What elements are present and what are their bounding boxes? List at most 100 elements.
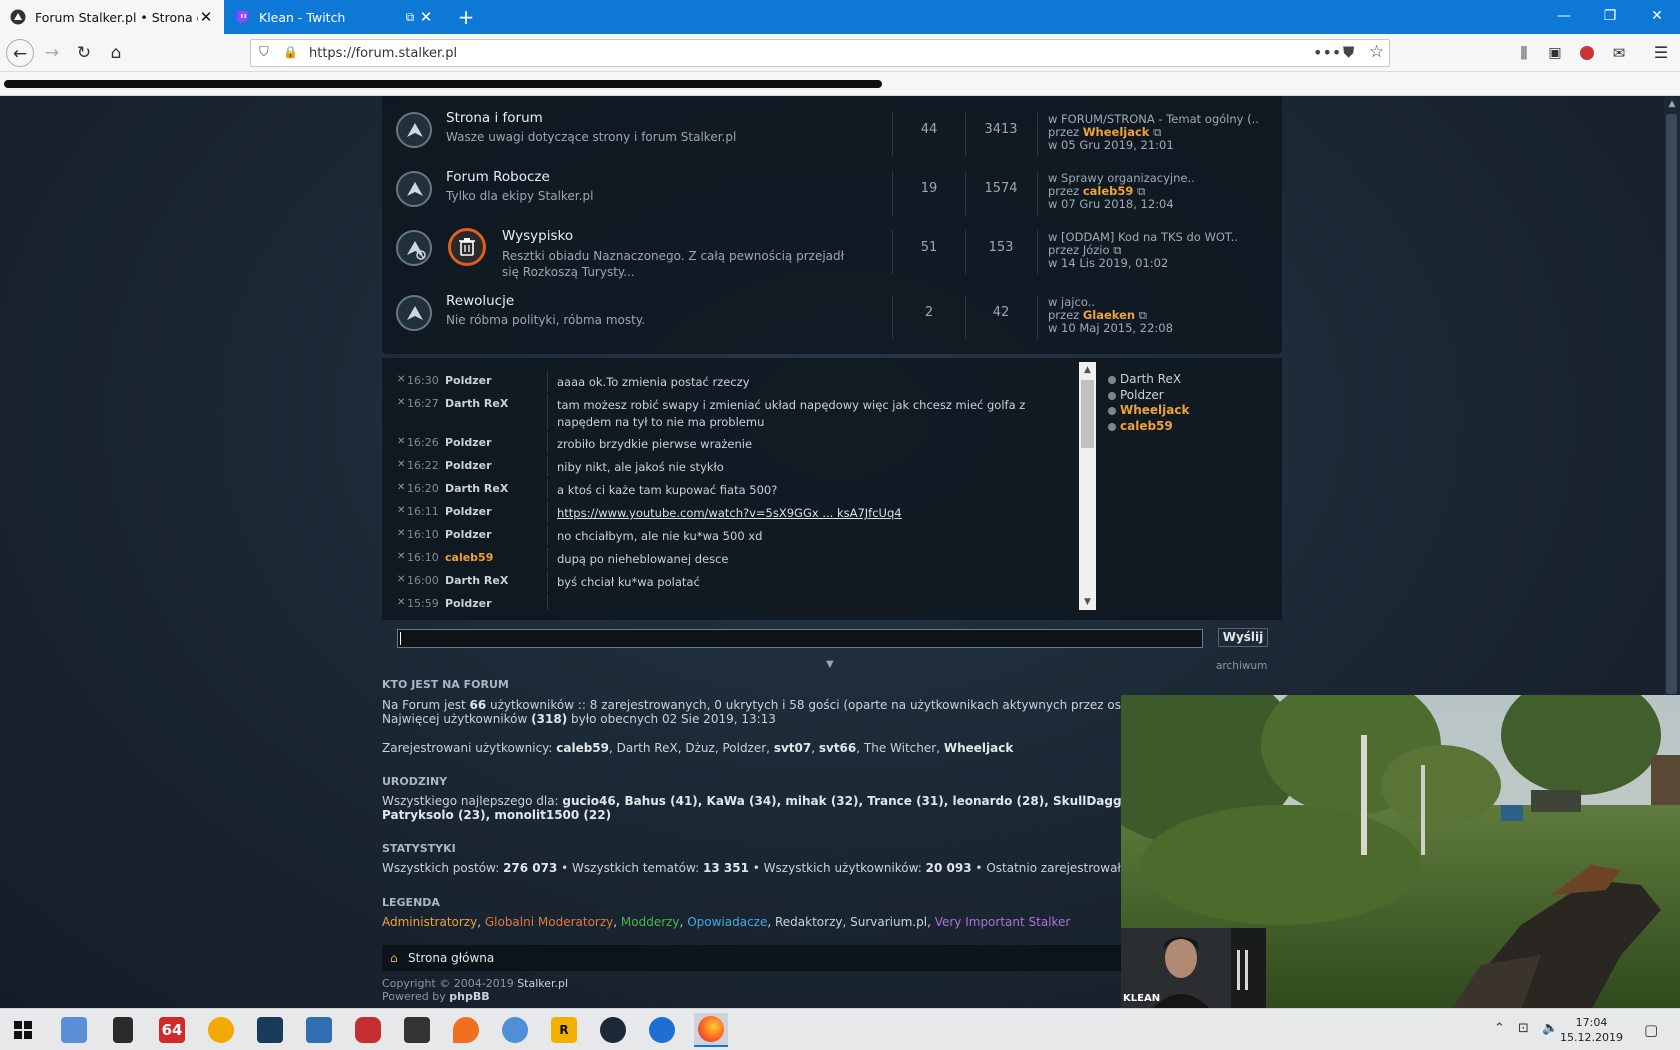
menu-icon[interactable]: ☰: [1647, 39, 1675, 67]
forward-button[interactable]: →: [38, 39, 66, 67]
chat-user[interactable]: Darth ReX: [445, 574, 508, 587]
home-icon[interactable]: ⌂: [390, 951, 398, 965]
user-link[interactable]: The Witcher: [864, 741, 936, 755]
network-icon[interactable]: ⊡: [1518, 1021, 1529, 1036]
online-user[interactable]: caleb59: [1106, 419, 1189, 435]
app-orange-icon[interactable]: [449, 1013, 483, 1047]
reload-button[interactable]: ↻: [70, 39, 98, 67]
legend-editors[interactable]: Redaktorzy: [775, 915, 842, 929]
pip-video[interactable]: KLEAN: [1121, 695, 1680, 1010]
app-red-icon[interactable]: [351, 1013, 385, 1047]
online-user[interactable]: Poldzer: [1106, 388, 1189, 404]
birthday-users[interactable]: Patryksolo (23), monolit1500 (22): [382, 808, 611, 822]
app-uplay-icon[interactable]: [645, 1013, 679, 1047]
windows-start-icon[interactable]: [6, 1013, 40, 1047]
close-window-button[interactable]: ✕: [1634, 0, 1680, 34]
delete-message-icon[interactable]: ✕: [397, 551, 405, 562]
firefox-icon[interactable]: [694, 1013, 728, 1047]
task-view-icon[interactable]: [57, 1013, 91, 1047]
mail-icon[interactable]: ✉: [1605, 39, 1633, 67]
send-button[interactable]: Wyślij: [1218, 628, 1268, 647]
chat-user[interactable]: caleb59: [445, 551, 493, 564]
library-icon[interactable]: ⫼: [1510, 39, 1538, 67]
back-button[interactable]: ←: [6, 39, 34, 67]
chat-scrollbar-thumb[interactable]: [1081, 380, 1094, 448]
chat-user[interactable]: Poldzer: [445, 597, 492, 610]
user-link[interactable]: Wheeljack: [944, 741, 1013, 755]
page-scrollbar-thumb[interactable]: [1666, 114, 1677, 694]
chat-user[interactable]: Darth ReX: [445, 397, 508, 410]
forum-row[interactable]: Rewolucje Nie róbma polityki, róbma most…: [382, 289, 1282, 347]
legend-modders[interactable]: Modderzy: [621, 915, 680, 929]
pocket-icon[interactable]: ⛊: [1343, 43, 1354, 61]
user-link[interactable]: Dżuz: [685, 741, 714, 755]
delete-message-icon[interactable]: ✕: [397, 574, 405, 585]
chat-user[interactable]: Poldzer: [445, 459, 492, 472]
home-button[interactable]: ⌂: [102, 39, 130, 67]
chat-messages[interactable]: ✕ 16:30 Poldzer aaaa ok.To zmienia posta…: [382, 362, 1096, 610]
chat-scrollbar[interactable]: ▲ ▼: [1079, 362, 1096, 610]
legend-admins[interactable]: Administratorzy: [382, 915, 477, 929]
new-tab-button[interactable]: +: [452, 3, 480, 31]
forum-name[interactable]: Wysypisko: [502, 228, 573, 244]
forum-name[interactable]: Forum Robocze: [446, 169, 550, 185]
page-actions-icon[interactable]: •••: [1313, 43, 1341, 62]
view-post-icon[interactable]: ⧉: [1153, 125, 1161, 139]
legend-global-mods[interactable]: Globalni Moderatorzy: [485, 915, 613, 929]
app-qbittorrent-icon[interactable]: [498, 1013, 532, 1047]
legend-vis[interactable]: Very Important Stalker: [935, 915, 1071, 929]
close-tab-icon[interactable]: ✕: [418, 8, 434, 26]
store-icon[interactable]: [106, 1013, 140, 1047]
forum-name[interactable]: Strona i forum: [446, 110, 543, 126]
app-64-icon[interactable]: 64: [155, 1013, 189, 1047]
last-post-author[interactable]: Wheeljack: [1083, 125, 1150, 139]
chat-input[interactable]: [397, 629, 1203, 648]
tab-twitch[interactable]: Klean - Twitch ⧉ ✕: [224, 0, 444, 34]
forum-name[interactable]: Rewolucje: [446, 293, 514, 309]
last-post-author[interactable]: caleb59: [1083, 184, 1134, 198]
last-post-author[interactable]: Glaeken: [1083, 308, 1135, 322]
view-post-icon[interactable]: ⧉: [1139, 308, 1147, 322]
breadcrumb-home-link[interactable]: Strona główna: [408, 951, 494, 965]
app-mpc-icon[interactable]: [400, 1013, 434, 1047]
online-user[interactable]: Darth ReX: [1106, 372, 1189, 388]
legend-survarium[interactable]: Survarium.pl: [850, 915, 927, 929]
delete-message-icon[interactable]: ✕: [397, 482, 405, 493]
birthday-users[interactable]: gucio46, Bahus (41), KaWa (34), mihak (3…: [562, 794, 1145, 808]
volume-icon[interactable]: 🔈: [1542, 1021, 1558, 1036]
site-link[interactable]: Stalker.pl: [517, 977, 568, 990]
view-post-icon[interactable]: ⧉: [1137, 184, 1145, 198]
legend-storytellers[interactable]: Opowiadacze: [687, 915, 767, 929]
user-link[interactable]: Poldzer: [722, 741, 766, 755]
delete-message-icon[interactable]: ✕: [397, 528, 405, 539]
forum-row[interactable]: Wysypisko Resztki obiadu Naznaczonego. Z…: [382, 224, 1282, 288]
delete-message-icon[interactable]: ✕: [397, 505, 405, 516]
user-link[interactable]: svt66: [819, 741, 856, 755]
notifications-icon[interactable]: ▢: [1644, 1021, 1658, 1039]
steam-icon[interactable]: [596, 1013, 630, 1047]
close-tab-icon[interactable]: ✕: [198, 8, 214, 26]
app-calculator-icon[interactable]: [302, 1013, 336, 1047]
system-clock[interactable]: 17:04 15.12.2019: [1560, 1015, 1623, 1045]
forum-row[interactable]: Strona i forum Wasze uwagi dotyczące str…: [382, 106, 1282, 164]
user-link[interactable]: svt07: [774, 741, 811, 755]
scroll-up-arrow[interactable]: ▲: [1664, 96, 1680, 112]
chat-user[interactable]: Darth ReX: [445, 482, 508, 495]
app-stalker-icon[interactable]: [253, 1013, 287, 1047]
chat-scroll-down-arrow[interactable]: ▼: [1079, 594, 1096, 610]
user-link[interactable]: caleb59: [556, 741, 609, 755]
delete-message-icon[interactable]: ✕: [397, 459, 405, 470]
maximize-button[interactable]: ❐: [1587, 0, 1633, 34]
archive-link[interactable]: archiwum: [1216, 660, 1267, 672]
online-user[interactable]: Wheeljack: [1106, 403, 1189, 419]
url-bar[interactable]: ⛉ 🔒 https://forum.stalker.pl ••• ⛊ ☆: [250, 39, 1390, 67]
extension-icon[interactable]: [1573, 39, 1601, 67]
delete-message-icon[interactable]: ✕: [397, 436, 405, 447]
delete-message-icon[interactable]: ✕: [397, 397, 405, 408]
delete-message-icon[interactable]: ✕: [397, 374, 405, 385]
minimize-button[interactable]: —: [1541, 0, 1587, 34]
last-post-author[interactable]: Józio: [1083, 243, 1110, 257]
user-link[interactable]: Darth ReX: [617, 741, 678, 755]
phpbb-link[interactable]: phpBB: [449, 990, 489, 1003]
picture-in-picture-icon[interactable]: ⧉: [402, 10, 418, 25]
